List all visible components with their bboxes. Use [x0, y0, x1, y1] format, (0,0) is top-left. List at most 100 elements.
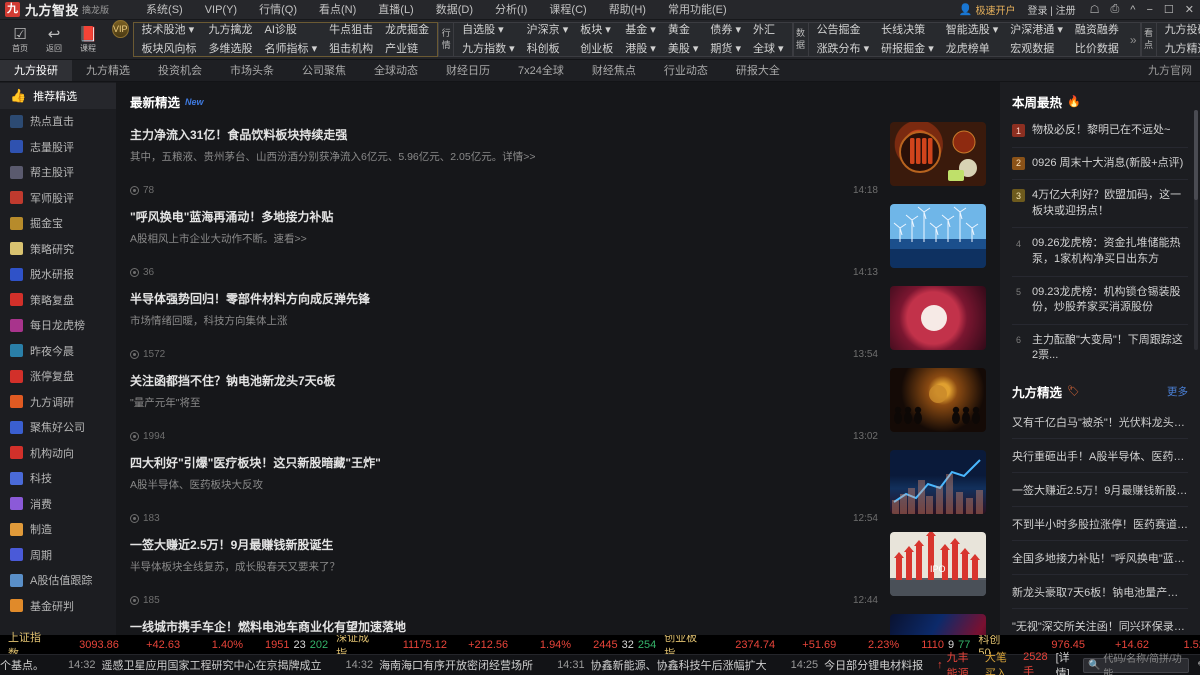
ribbon-button-1-0-0[interactable]: 自选股 ▾	[456, 21, 521, 40]
chevron-up-icon[interactable]: ^	[1130, 4, 1135, 16]
sidebar-item-11[interactable]: 涨停复盘	[0, 364, 116, 390]
sidebar-item-17[interactable]: 制造	[0, 517, 116, 543]
ribbon-button-2-1-1[interactable]: 研报掘金 ▾	[875, 40, 940, 59]
picks-more-link[interactable]: 更多	[1167, 384, 1188, 399]
menu-item-2[interactable]: 行情(Q)	[248, 0, 308, 20]
ribbon-button-1-1-0[interactable]: 沪深京 ▾	[521, 21, 575, 40]
ribbon-button-1-4-0[interactable]: 黄金	[662, 21, 705, 40]
ribbon-button-0-1-1[interactable]: 多维选股	[203, 40, 259, 59]
hot-item-text[interactable]: 0926 周末十大消息(新股+点评)	[1032, 156, 1183, 172]
ribbon-button-0-4-0[interactable]: 龙虎掘金	[379, 21, 435, 40]
nav-tab-9[interactable]: 行业动态	[650, 60, 722, 81]
sidebar-item-14[interactable]: 机构动向	[0, 440, 116, 466]
sidebar-item-10[interactable]: 昨夜今晨	[0, 338, 116, 364]
nav-tab-8[interactable]: 财经焦点	[578, 60, 650, 81]
sidebar-item-4[interactable]: 军师股评	[0, 185, 116, 211]
ribbon-button-2-0-0[interactable]: 公告掘金	[811, 21, 876, 40]
right-panel-scrollbar[interactable]	[1194, 110, 1198, 350]
sidebar-item-5[interactable]: 掘金宝	[0, 211, 116, 237]
article-title[interactable]: 一签大赚近2.5万！9月最赚钱新股诞生	[130, 536, 878, 553]
pick-list-item[interactable]: "无视"深交所关注函！同兴环保录得7天6板	[1012, 609, 1188, 635]
ribbon-button-0-2-1[interactable]: 名师指标 ▾	[259, 40, 324, 59]
sidebar-item-8[interactable]: 策略复盘	[0, 287, 116, 313]
news-text[interactable]: 协鑫新能源、协鑫科技午后涨幅扩大	[591, 657, 781, 673]
article-title[interactable]: 关注函都挡不住？钠电池新龙头7天6板	[130, 372, 878, 389]
ribbon-button-0-0-1[interactable]: 板块风向标	[136, 40, 203, 59]
search-input[interactable]: 🔍 代码/名称/简拼/功能	[1082, 654, 1190, 675]
ribbon-button-2-3-1[interactable]: 宏观数据	[1004, 40, 1069, 59]
menu-item-1[interactable]: VIP(Y)	[194, 0, 248, 20]
neon-sportscar-photo[interactable]	[890, 614, 986, 635]
nav-tab-0[interactable]: 九方投研	[0, 60, 72, 81]
article-item[interactable]: 一签大赚近2.5万！9月最赚钱新股诞生 半导体板块全线复苏，成长股春天又要来了？ 1…	[130, 527, 986, 609]
back-icon[interactable]: ↩ 返回	[37, 26, 71, 53]
sidebar-item-3[interactable]: 帮主股评	[0, 160, 116, 186]
menu-item-4[interactable]: 直播(L)	[367, 0, 424, 20]
nav-tab-10[interactable]: 研报大全	[722, 60, 794, 81]
ribbon-button-1-1-1[interactable]: 科创板	[521, 40, 575, 59]
scrollbar-thumb[interactable]	[1194, 110, 1198, 200]
ribbon-button-1-0-1[interactable]: 九方指数 ▾	[456, 40, 521, 59]
ribbon-button-1-6-1[interactable]: 全球 ▾	[747, 40, 790, 59]
news-text[interactable]: 遥感卫星应用国家工程研究中心在京揭牌成立	[102, 657, 336, 673]
hot-list-item[interactable]: 1 物极必反！黎明已在不远处~	[1012, 115, 1188, 148]
stock-name-label[interactable]: 九丰能源	[947, 649, 977, 675]
open-account-button[interactable]: 👤 极速开户	[959, 2, 1016, 17]
nav-tab-1[interactable]: 九方精选	[72, 60, 144, 81]
hot-item-text[interactable]: 4万亿大利好？欧盟加码，这一板块或迎拐点！	[1032, 188, 1188, 219]
ribbon-button-0-4-1[interactable]: 产业链	[379, 40, 435, 59]
vip-badge-icon[interactable]: VIP	[112, 20, 129, 38]
food-hotpot-photo[interactable]	[890, 122, 986, 186]
ribbon-button-2-0-1[interactable]: 涨跌分布 ▾	[811, 40, 876, 59]
pick-list-item[interactable]: 不到半小时多股拉涨停！医药赛道火力全开	[1012, 507, 1188, 542]
menu-item-8[interactable]: 帮助(H)	[598, 0, 657, 20]
article-item[interactable]: 半导体强势回归！零部件材料方向成反弹先锋 市场情绪回暖，科技方向集体上涨 1572 1…	[130, 281, 986, 363]
pick-list-item[interactable]: 一签大赚近2.5万！9月最赚钱新股诞生	[1012, 473, 1188, 508]
article-title[interactable]: 半导体强势回归！零部件材料方向成反弹先锋	[130, 290, 878, 307]
ribbon-button-3-0-1[interactable]: 九方精选	[1159, 40, 1200, 59]
article-item[interactable]: 四大利好"引爆"医疗板块！这只新股暗藏"王炸" A股半导体、医药板块大反攻 183 1…	[130, 445, 986, 527]
hot-item-text[interactable]: 09.26龙虎榜：资金扎堆储能热泵，1家机构净买日出东方	[1032, 236, 1188, 267]
nav-tab-3[interactable]: 市场头条	[216, 60, 288, 81]
sidebar-item-18[interactable]: 周期	[0, 542, 116, 568]
nav-tab-2[interactable]: 投资机会	[144, 60, 216, 81]
ribbon-button-1-4-1[interactable]: 美股 ▾	[662, 40, 705, 59]
sidebar-item-1[interactable]: 热点直击	[0, 109, 116, 135]
menu-item-0[interactable]: 系统(S)	[135, 0, 194, 20]
course-icon[interactable]: 📕 课程	[71, 26, 105, 53]
article-title[interactable]: "呼风换电"蓝海再涌动！多地接力补贴	[130, 208, 878, 225]
sidebar-item-12[interactable]: 九方调研	[0, 389, 116, 415]
news-text[interactable]: 海南海口有序开放密闭经营场所	[379, 657, 547, 673]
nav-tab-4[interactable]: 公司聚焦	[288, 60, 360, 81]
ribbon-button-1-5-1[interactable]: 期货 ▾	[704, 40, 747, 59]
article-title[interactable]: 主力净流入31亿！食品饮料板块持续走强	[130, 126, 878, 143]
sidebar-item-16[interactable]: 消费	[0, 491, 116, 517]
maximize-icon[interactable]: ☐	[1164, 3, 1174, 16]
hot-item-text[interactable]: 主力酝酿"大变局"！下周跟踪这2票...	[1032, 333, 1188, 364]
menu-item-3[interactable]: 看点(N)	[308, 0, 367, 20]
nav-tab-7[interactable]: 7x24全球	[504, 60, 578, 81]
news-text[interactable]: 个基点。	[0, 657, 58, 673]
detail-link[interactable]: [详情]	[1056, 649, 1075, 675]
hot-list-item[interactable]: 6 主力酝酿"大变局"！下周跟踪这2票...	[1012, 325, 1188, 372]
article-item[interactable]: 主力净流入31亿！食品饮料板块持续走强 其中，五粮液、贵州茅台、山西汾酒分别获净流…	[130, 117, 986, 199]
ribbon-button-0-1-0[interactable]: 九方擒龙	[203, 21, 259, 40]
pick-list-item[interactable]: 央行重砸出手！A股半导体、医药板块大反..	[1012, 439, 1188, 474]
pick-list-item[interactable]: 全国多地接力补贴！"呼风换电"蓝海再涌动	[1012, 541, 1188, 576]
hot-list-item[interactable]: 3 4万亿大利好？欧盟加码，这一板块或迎拐点！	[1012, 180, 1188, 229]
sidebar-item-20[interactable]: 基金研判	[0, 593, 116, 619]
ipo-red-arrows-photo[interactable]: IPO	[890, 532, 986, 596]
ribbon-button-1-2-1[interactable]: 创业板	[574, 40, 619, 59]
official-site-link[interactable]: 九方官网	[1140, 60, 1200, 81]
offshore-wind-turbines-photo[interactable]	[890, 204, 986, 268]
ribbon-button-1-3-1[interactable]: 港股 ▾	[619, 40, 662, 59]
sidebar-item-0[interactable]: 👍 推荐精选	[0, 83, 116, 109]
sidebar-item-6[interactable]: 策略研究	[0, 236, 116, 262]
ribbon-button-2-2-0[interactable]: 智能选股 ▾	[940, 21, 1005, 40]
sidebar-item-9[interactable]: 每日龙虎榜	[0, 313, 116, 339]
article-item[interactable]: 关注函都挡不住？钠电池新龙头7天6板 "量产元年"将至 1994 13:02	[130, 363, 986, 445]
ribbon-button-3-0-0[interactable]: 九方投研	[1159, 21, 1200, 40]
nav-tab-5[interactable]: 全球动态	[360, 60, 432, 81]
nav-tab-6[interactable]: 财经日历	[432, 60, 504, 81]
sidebar-item-15[interactable]: 科技	[0, 466, 116, 492]
